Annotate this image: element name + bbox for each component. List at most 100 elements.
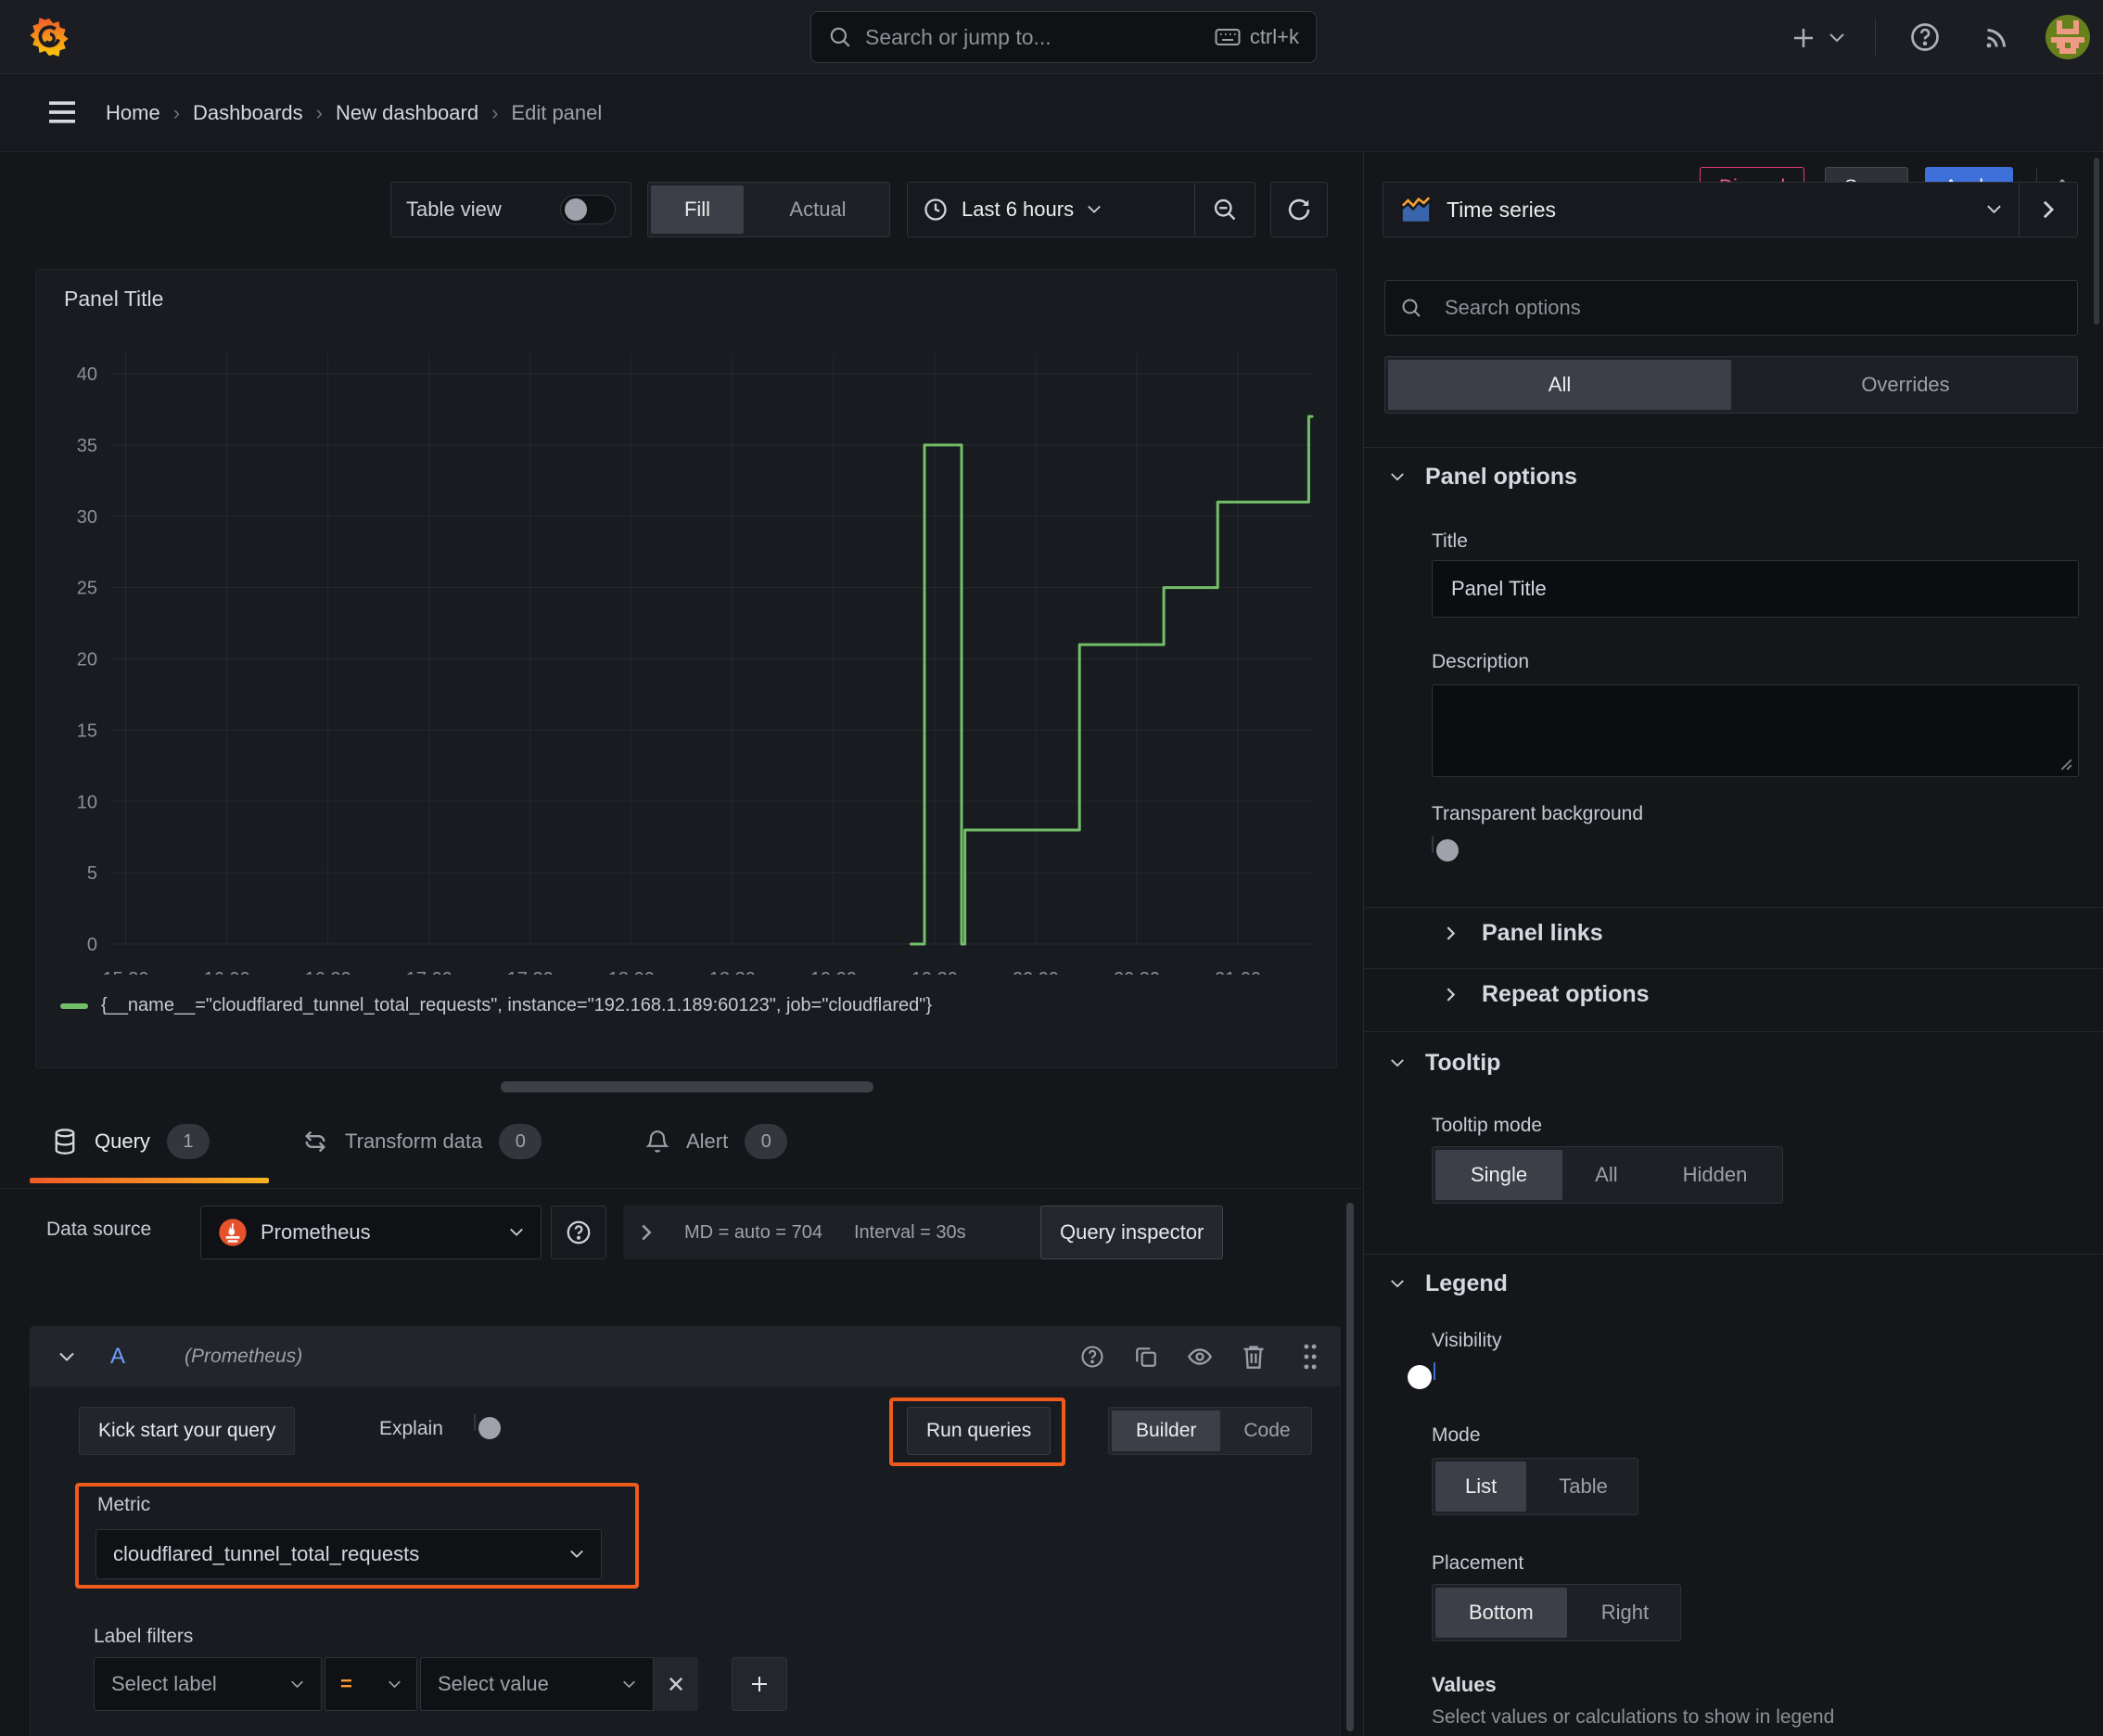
chart-legend[interactable]: {__name__="cloudflared_tunnel_total_requ… [60, 995, 932, 1016]
hide-query-eye-icon[interactable] [1173, 1346, 1227, 1368]
time-series-chart[interactable]: 0 5 10 15 20 25 30 35 40 15:30 16:00 16:30 17:00 17:3… [36, 326, 1338, 975]
run-queries-button[interactable]: Run queries [907, 1407, 1052, 1455]
zoom-out-icon[interactable] [1195, 183, 1255, 236]
grafana-logo-icon[interactable] [28, 16, 70, 58]
max-datapoints-stat: MD = auto = 704 [684, 1221, 822, 1243]
datasource-name: Prometheus [261, 1220, 371, 1244]
select-label-dropdown[interactable]: Select label [94, 1657, 322, 1711]
overrides-tab[interactable]: Overrides [1734, 357, 2077, 413]
legend-mode-segmented: List Table [1432, 1458, 1638, 1515]
add-icon[interactable] [1790, 24, 1817, 52]
query-help-icon[interactable] [1065, 1344, 1119, 1370]
query-ref-id[interactable]: A [110, 1344, 125, 1370]
legend-title: Legend [1425, 1270, 1508, 1296]
tooltip-hidden-option[interactable]: Hidden [1648, 1147, 1783, 1203]
tab-alert[interactable]: Alert 0 [645, 1124, 788, 1159]
news-rss-icon[interactable] [1981, 20, 2014, 54]
query-inspector-button[interactable]: Query inspector [1040, 1206, 1224, 1259]
placement-bottom-option[interactable]: Bottom [1435, 1588, 1567, 1638]
tab-query[interactable]: Query 1 [52, 1124, 210, 1159]
transparent-background-toggle[interactable] [1432, 836, 1459, 862]
chevron-down-icon [1987, 205, 2001, 214]
chevron-down-icon [510, 1228, 523, 1236]
panel-title-field[interactable] [1432, 560, 2079, 618]
legend-visibility-toggle[interactable] [1408, 1362, 1435, 1389]
chevron-down-icon [389, 1680, 401, 1688]
select-label-placeholder: Select label [111, 1672, 217, 1695]
repeat-options-section[interactable]: Repeat options [1446, 981, 1650, 1008]
clock-icon [923, 197, 949, 223]
add-chevron-down-icon[interactable] [1829, 31, 1845, 44]
svg-text:19:30: 19:30 [911, 969, 958, 975]
legend-header[interactable]: Legend [1390, 1270, 1508, 1297]
remove-filter-button[interactable] [654, 1657, 698, 1711]
select-value-dropdown[interactable]: Select value [420, 1657, 654, 1711]
explain-toggle[interactable] [474, 1413, 501, 1439]
description-field[interactable] [1432, 684, 2079, 777]
bell-icon [645, 1129, 669, 1155]
builder-option[interactable]: Builder [1112, 1410, 1221, 1451]
global-search[interactable]: ctrl+k [810, 11, 1317, 63]
legend-list-option[interactable]: List [1435, 1462, 1527, 1512]
breadcrumb-home[interactable]: Home [106, 101, 160, 125]
placement-right-option[interactable]: Right [1570, 1585, 1680, 1640]
duplicate-query-icon[interactable] [1119, 1345, 1173, 1369]
tooltip-all-option[interactable]: All [1565, 1147, 1647, 1203]
tooltip-single-option[interactable]: Single [1435, 1150, 1563, 1200]
table-view-toggle[interactable] [560, 195, 616, 224]
visualization-select[interactable]: Time series [1383, 183, 2019, 236]
legend-table-option[interactable]: Table [1529, 1459, 1638, 1514]
breadcrumb-dashboards[interactable]: Dashboards [193, 101, 303, 125]
panel-links-section[interactable]: Panel links [1446, 920, 1603, 947]
chevron-down-icon [570, 1550, 583, 1558]
panel-options-header[interactable]: Panel options [1390, 464, 1577, 491]
operator-dropdown[interactable]: = [325, 1657, 417, 1711]
chevron-down-icon [1391, 1059, 1404, 1067]
user-avatar[interactable] [2046, 15, 2090, 59]
sidebar-scrollbar[interactable] [2094, 158, 2099, 325]
left-pane-scrollbar[interactable] [1346, 1203, 1354, 1731]
panel-resize-handle[interactable] [501, 1081, 873, 1092]
svg-text:40: 40 [77, 364, 97, 385]
time-range-button[interactable]: Last 6 hours [908, 183, 1194, 236]
description-textarea[interactable] [1433, 685, 2078, 776]
chevron-right-icon[interactable] [640, 1223, 653, 1242]
collapse-options-chevron-right-icon[interactable] [2020, 183, 2077, 236]
panel-title-input[interactable] [1433, 561, 2078, 617]
chevron-right-icon [1447, 926, 1456, 940]
visualization-name: Time series [1447, 197, 1556, 222]
collapse-chevron-down-icon[interactable] [58, 1351, 75, 1363]
datasource-help-button[interactable] [551, 1206, 606, 1259]
svg-text:15:30: 15:30 [102, 969, 148, 975]
breadcrumb-bar: Home › Dashboards › New dashboard › Edit… [0, 75, 2103, 208]
kick-start-query-button[interactable]: Kick start your query [79, 1407, 296, 1455]
actual-option[interactable]: Actual [746, 183, 889, 236]
tooltip-header[interactable]: Tooltip [1390, 1050, 1500, 1077]
builder-code-segmented: Builder Code [1108, 1407, 1312, 1455]
legend-swatch [60, 1002, 88, 1009]
resize-grip-icon[interactable] [2059, 758, 2072, 771]
search-options-input[interactable] [1426, 281, 2077, 335]
editor-tabs: Query 1 Transform data 0 Alert 0 [0, 1111, 1363, 1189]
help-icon[interactable] [1908, 20, 1942, 54]
fill-option[interactable]: Fill [651, 185, 744, 234]
grafana-edit-panel-screen: ctrl+k Home › Dashboar [0, 0, 2103, 1736]
panel-links-title: Panel links [1482, 920, 1603, 946]
drag-handle-icon[interactable] [1281, 1343, 1340, 1371]
search-input[interactable] [865, 24, 1202, 50]
menu-icon[interactable] [46, 99, 78, 125]
datasource-picker[interactable]: Prometheus [200, 1206, 542, 1259]
all-tab[interactable]: All [1388, 360, 1731, 410]
svg-text:0: 0 [87, 935, 97, 955]
tab-transform[interactable]: Transform data 0 [302, 1124, 542, 1159]
code-option[interactable]: Code [1223, 1408, 1310, 1454]
delete-query-trash-icon[interactable] [1227, 1344, 1281, 1370]
label-filters-label: Label filters [94, 1626, 194, 1647]
svg-text:18:00: 18:00 [608, 969, 655, 975]
search-options-field[interactable] [1384, 280, 2078, 336]
query-row-header[interactable]: A (Prometheus) [31, 1327, 1340, 1386]
refresh-button[interactable] [1270, 182, 1328, 237]
metric-select[interactable]: cloudflared_tunnel_total_requests [96, 1529, 602, 1579]
breadcrumb-new-dashboard[interactable]: New dashboard [336, 101, 478, 125]
add-filter-button[interactable] [732, 1657, 787, 1711]
